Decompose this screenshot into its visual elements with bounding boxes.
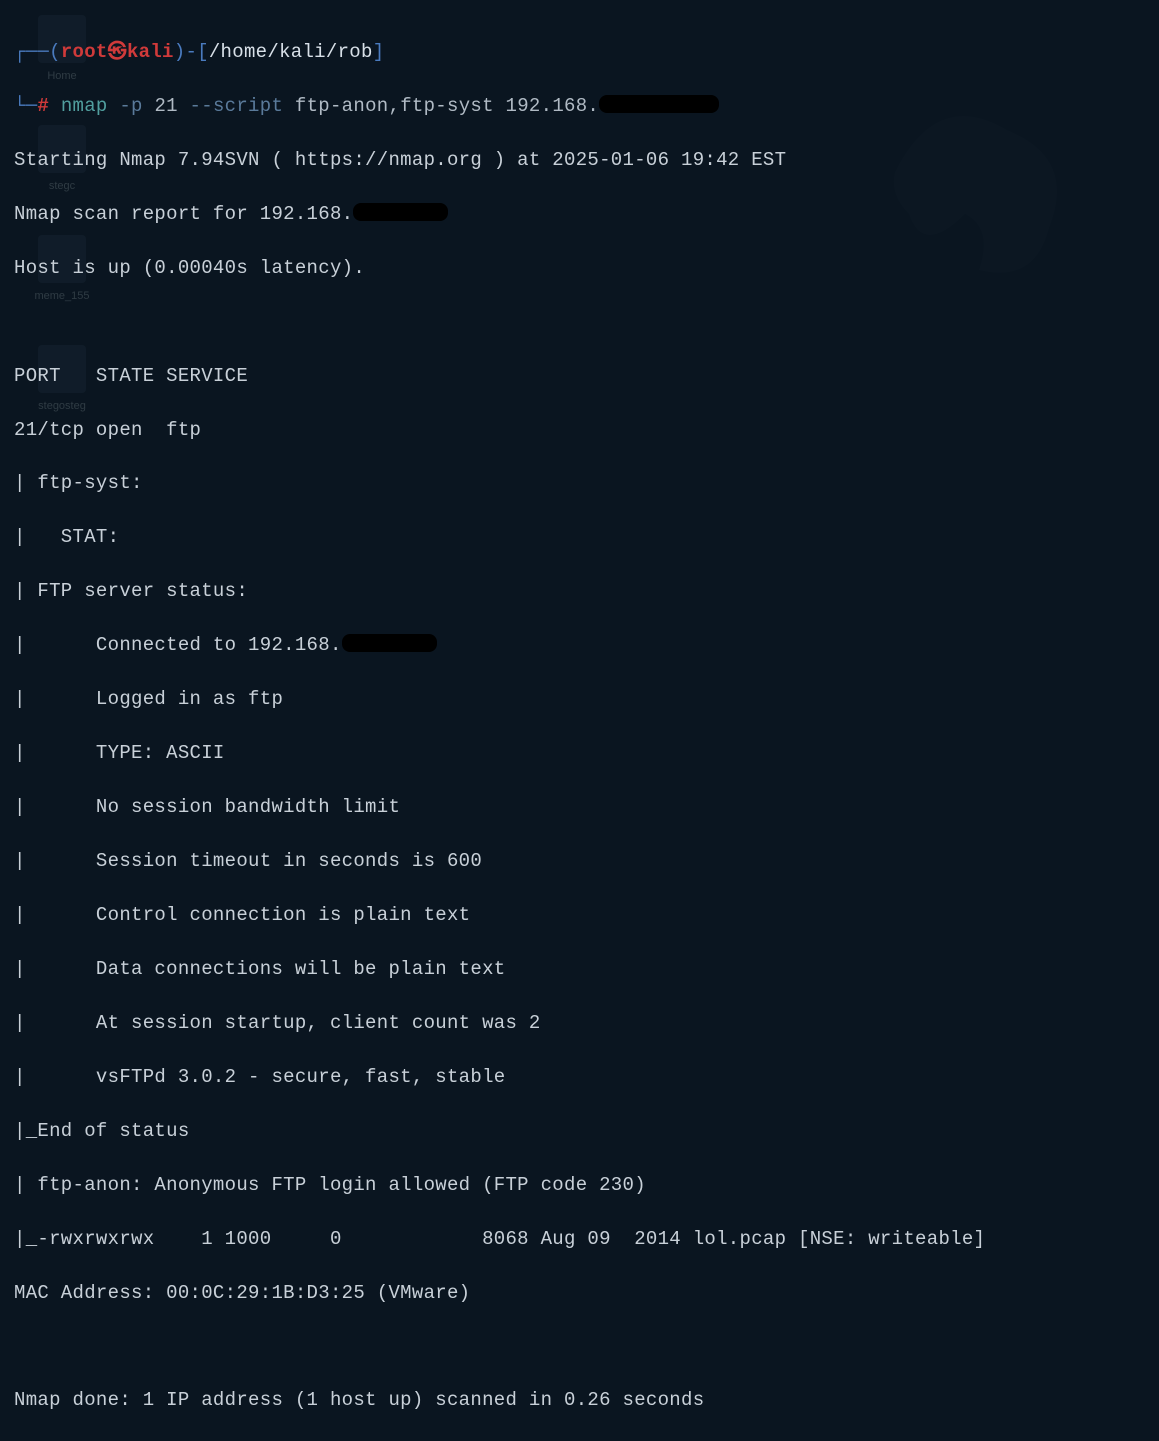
output-line: | Logged in as ftp <box>14 686 1145 713</box>
prompt-line-1: ┌──(root㉿kali)-[/home/kali/rob] <box>14 39 1145 66</box>
output-line <box>14 1333 1145 1360</box>
redacted-ip <box>599 95 719 113</box>
output-line: | vsFTPd 3.0.2 - secure, fast, stable <box>14 1064 1145 1091</box>
command-line: └─# nmap -p 21 --script ftp-anon,ftp-sys… <box>14 93 1145 120</box>
output-line: | STAT: <box>14 524 1145 551</box>
redacted-ip <box>353 203 448 221</box>
output-line: PORT STATE SERVICE <box>14 363 1145 390</box>
output-line: |_-rwxrwxrwx 1 1000 0 8068 Aug 09 2014 l… <box>14 1226 1145 1253</box>
output-line: | No session bandwidth limit <box>14 794 1145 821</box>
output-line: | Session timeout in seconds is 600 <box>14 848 1145 875</box>
output-line: MAC Address: 00:0C:29:1B:D3:25 (VMware) <box>14 1280 1145 1307</box>
output-line: |_End of status <box>14 1118 1145 1145</box>
output-line: | Connected to 192.168. <box>14 632 1145 659</box>
output-line: | At session startup, client count was 2 <box>14 1010 1145 1037</box>
output-line: Nmap done: 1 IP address (1 host up) scan… <box>14 1387 1145 1414</box>
output-line: | ftp-syst: <box>14 470 1145 497</box>
output-line: Host is up (0.00040s latency). <box>14 255 1145 282</box>
output-line: | ftp-anon: Anonymous FTP login allowed … <box>14 1172 1145 1199</box>
output-line: Nmap scan report for 192.168. <box>14 201 1145 228</box>
output-line: | Data connections will be plain text <box>14 956 1145 983</box>
output-line: Starting Nmap 7.94SVN ( https://nmap.org… <box>14 147 1145 174</box>
output-line: | TYPE: ASCII <box>14 740 1145 767</box>
output-line: 21/tcp open ftp <box>14 417 1145 444</box>
terminal-output[interactable]: ┌──(root㉿kali)-[/home/kali/rob] └─# nmap… <box>14 12 1145 1441</box>
output-line: | FTP server status: <box>14 578 1145 605</box>
output-line: | Control connection is plain text <box>14 902 1145 929</box>
redacted-ip <box>342 634 437 652</box>
output-line <box>14 309 1145 336</box>
